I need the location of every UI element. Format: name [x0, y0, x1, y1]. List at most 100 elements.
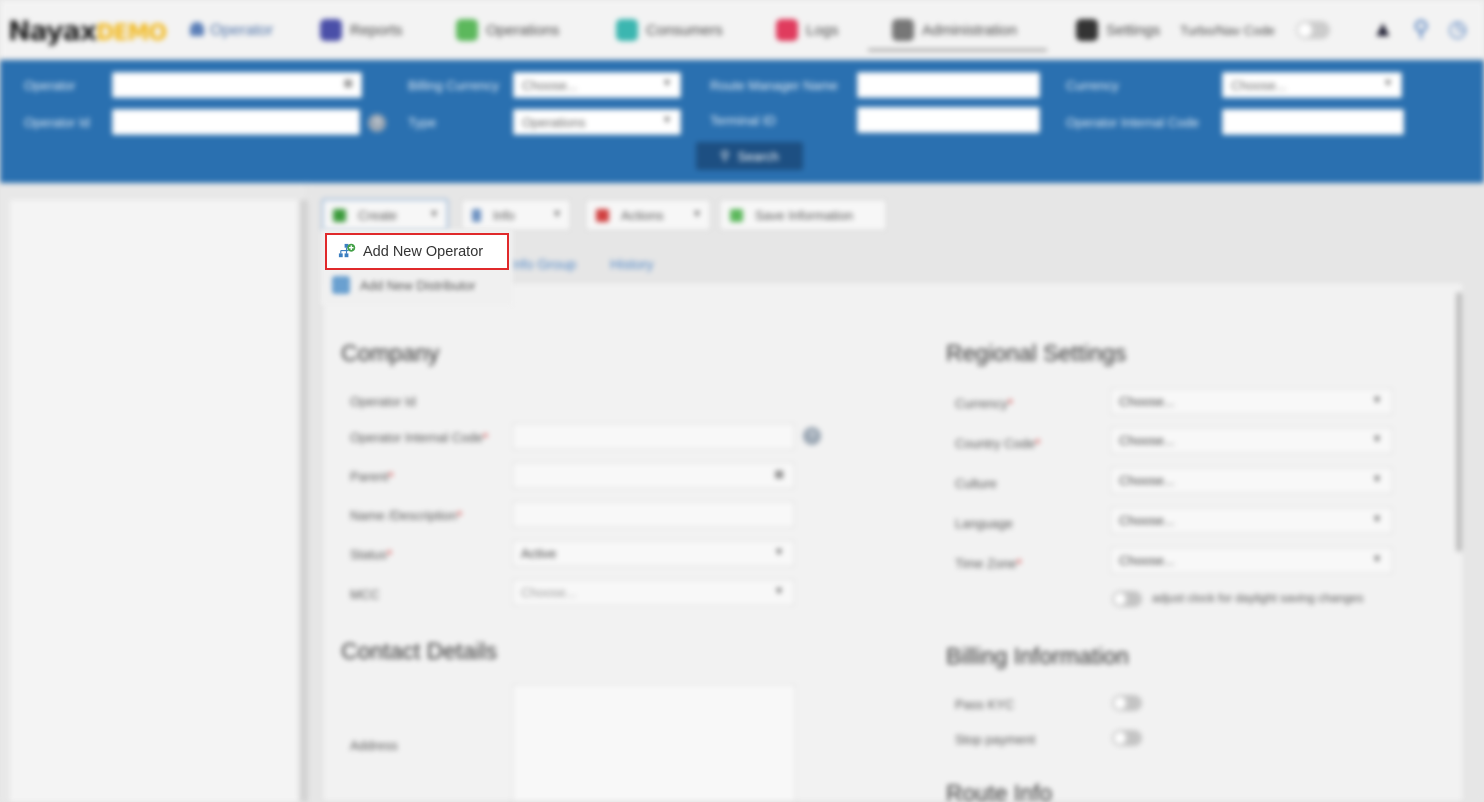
chevron-down-icon: ▼	[1372, 474, 1382, 485]
settings-icon	[1076, 19, 1098, 41]
billing-information-heading: Billing Information	[946, 643, 1129, 669]
address-textarea[interactable]	[512, 684, 796, 802]
company-internal-code-input[interactable]	[512, 423, 795, 450]
chevron-down-icon: ▼	[774, 586, 784, 597]
add-new-distributor-item[interactable]: Add New Distributor	[332, 276, 476, 294]
role-indicator[interactable]: Operator	[190, 22, 273, 40]
language-label: Language	[955, 516, 1013, 531]
grid-icon: ▦	[774, 469, 784, 480]
dst-label: adjust clock for daylight saving changes	[1152, 591, 1364, 605]
mcc-select[interactable]: Choose... ▼	[512, 579, 795, 606]
currency-select[interactable]: Choose... ▼	[1222, 72, 1402, 98]
dst-toggle[interactable]	[1112, 591, 1142, 607]
address-label: Address	[350, 738, 398, 753]
company-internal-code-label: Operator Internal Code*	[350, 430, 489, 445]
save-information-button[interactable]: Save Information	[719, 199, 887, 231]
add-new-operator-item[interactable]: Add New Operator	[325, 233, 509, 270]
currency-label: Currency	[1066, 78, 1119, 93]
nav-settings[interactable]: Settings	[1076, 18, 1160, 42]
nav-reports[interactable]: Reports	[320, 18, 403, 42]
mcc-label: MCC	[350, 587, 380, 602]
help-icon[interactable]: ?	[368, 114, 386, 132]
time-zone-select[interactable]: Choose... ▼	[1110, 547, 1393, 574]
administration-icon	[892, 19, 914, 41]
create-button[interactable]: Create ▼	[322, 199, 448, 231]
chevron-down-icon: ▼	[429, 209, 439, 220]
chevron-down-icon: ▼	[1372, 434, 1382, 445]
pass-kyc-label: Pass KYC	[955, 697, 1015, 712]
name-description-input[interactable]	[512, 501, 795, 528]
pass-kyc-toggle[interactable]	[1112, 695, 1142, 711]
reports-icon	[320, 19, 342, 41]
panel-splitter[interactable]	[300, 200, 308, 802]
nav-administration[interactable]: Administration	[867, 18, 1048, 51]
consumers-icon	[616, 19, 638, 41]
logs-icon	[776, 19, 798, 41]
tab-info-group[interactable]: Info Group	[510, 256, 576, 272]
name-description-label: Name /Description*	[350, 508, 462, 523]
time-zone-label: Time Zone*	[955, 556, 1022, 571]
actions-icon	[596, 208, 609, 222]
user-toggle[interactable]	[1296, 21, 1330, 39]
search-icon: ⚲	[720, 148, 730, 163]
type-select[interactable]: Operations ▼	[513, 109, 681, 135]
info-icon	[472, 208, 481, 222]
country-code-select[interactable]: Choose... ▼	[1110, 427, 1393, 454]
graduation-cap-icon[interactable]: ▲	[1372, 16, 1394, 42]
chevron-down-icon: ▼	[774, 547, 784, 558]
type-label: Type	[408, 115, 437, 130]
search-button[interactable]: ⚲ Search	[696, 142, 803, 170]
create-icon	[333, 208, 346, 222]
save-icon	[730, 208, 743, 222]
chevron-down-icon: ▼	[1383, 78, 1393, 89]
person-icon	[190, 22, 204, 36]
chevron-down-icon: ▼	[1372, 554, 1382, 565]
route-info-heading: Route Info	[946, 780, 1053, 802]
route-manager-input[interactable]	[857, 72, 1040, 98]
chevron-down-icon: ▼	[662, 115, 672, 126]
stop-payment-label: Stop payment	[955, 732, 1036, 747]
nav-logs[interactable]: Logs	[776, 18, 839, 42]
form-scrollbar[interactable]	[1456, 292, 1462, 552]
user-code-label: Turbo/Nav Code	[1180, 22, 1275, 38]
terminal-id-input[interactable]	[857, 107, 1040, 133]
language-select[interactable]: Choose... ▼	[1110, 507, 1393, 534]
regional-currency-select[interactable]: Choose... ▼	[1110, 388, 1393, 415]
internal-code-input[interactable]	[1222, 109, 1404, 135]
operator-input[interactable]: ▦	[112, 72, 362, 98]
operator-id-label: Operator Id	[24, 115, 90, 130]
stop-payment-toggle[interactable]	[1112, 730, 1142, 746]
parent-input[interactable]: ▦	[512, 462, 795, 489]
company-operator-id-label: Operator Id	[350, 394, 416, 409]
contact-heading: Contact Details	[341, 638, 497, 664]
terminal-id-label: Terminal ID	[710, 113, 776, 128]
operations-icon	[456, 19, 478, 41]
billing-currency-label: Billing Currency	[408, 78, 500, 93]
brand-logo[interactable]: NayaxDEMO	[8, 16, 167, 47]
parent-label: Parent*	[350, 469, 394, 484]
operator-id-input[interactable]	[112, 109, 360, 135]
tab-history[interactable]: History	[610, 256, 654, 272]
search-icon[interactable]: ⚲	[1413, 16, 1429, 42]
billing-currency-select[interactable]: Choose... ▼	[513, 72, 681, 98]
chevron-down-icon: ▼	[1372, 514, 1382, 525]
status-select[interactable]: Active ▼	[512, 540, 795, 567]
chevron-down-icon: ▼	[692, 209, 702, 220]
top-nav: NayaxDEMO Operator Reports Operations Co…	[0, 0, 1484, 60]
culture-select[interactable]: Choose... ▼	[1110, 467, 1393, 494]
tree-panel[interactable]	[10, 200, 298, 802]
add-operator-icon	[338, 243, 356, 258]
form-card	[322, 282, 1464, 802]
chevron-down-icon: ▼	[552, 209, 562, 220]
nav-operations[interactable]: Operations	[456, 18, 559, 42]
chevron-down-icon: ▼	[662, 78, 672, 89]
help-icon[interactable]: ?	[803, 427, 821, 445]
info-button[interactable]: Info ▼	[461, 199, 571, 231]
status-label: Status*	[350, 547, 392, 562]
clock-icon[interactable]: ◷	[1448, 16, 1467, 42]
culture-label: Culture	[955, 476, 997, 491]
nav-consumers[interactable]: Consumers	[616, 18, 723, 42]
route-manager-label: Route Manager Name	[710, 78, 838, 93]
actions-button[interactable]: Actions ▼	[585, 199, 711, 231]
chevron-down-icon: ▼	[1372, 395, 1382, 406]
